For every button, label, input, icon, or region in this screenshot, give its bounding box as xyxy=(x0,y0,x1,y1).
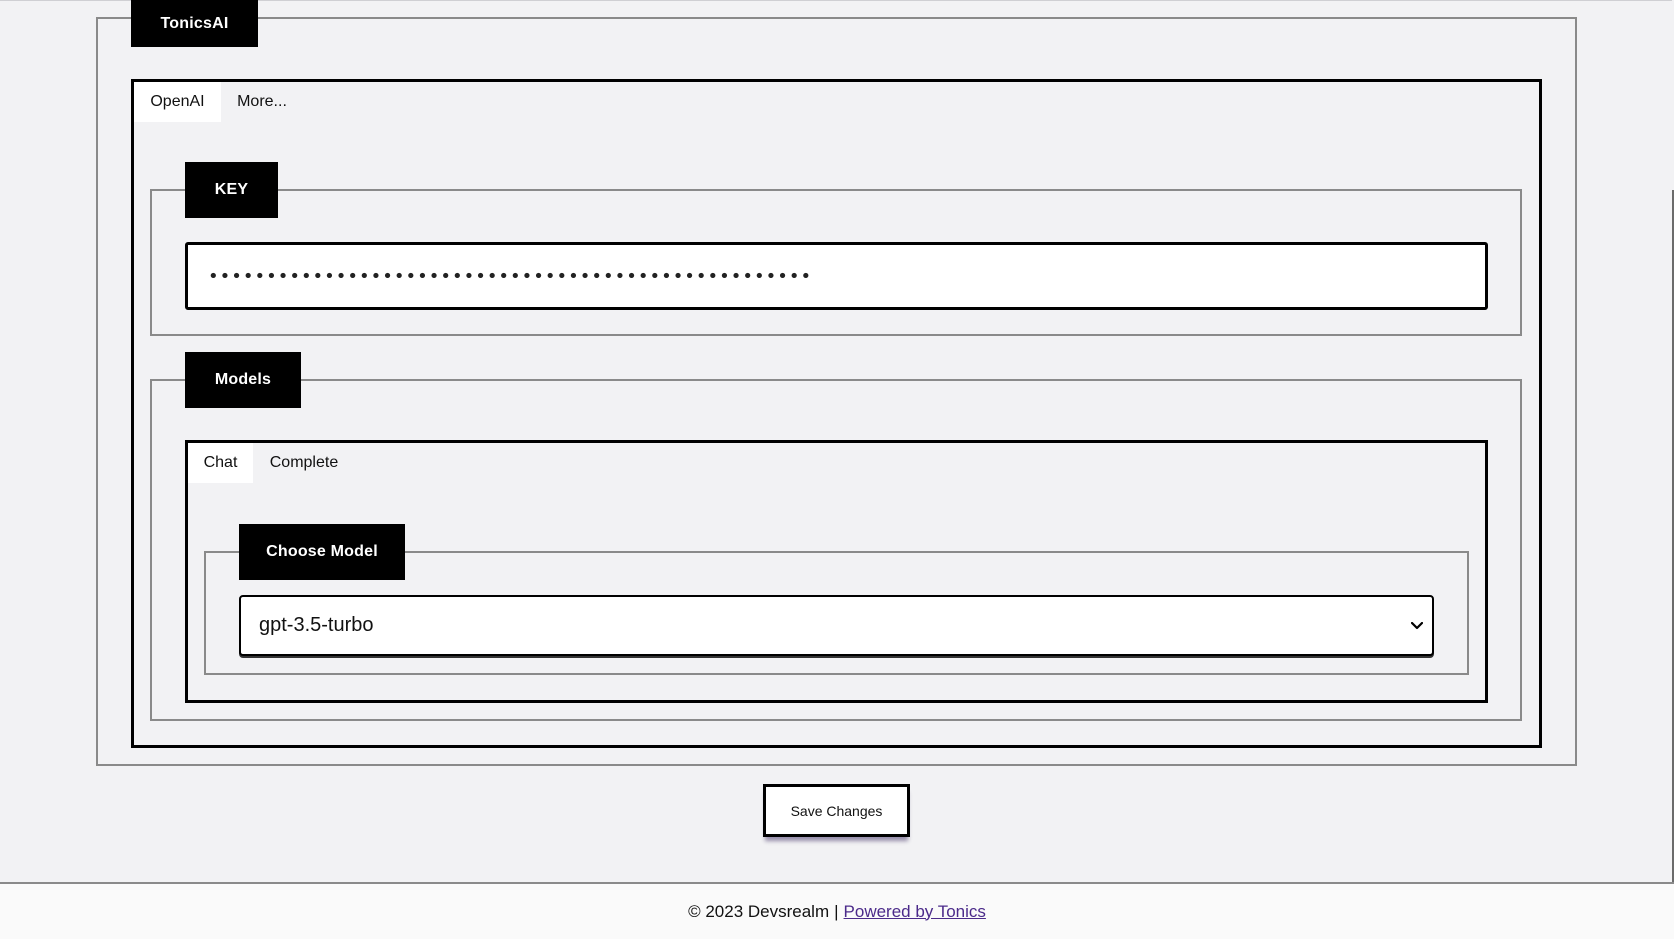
choose-model-legend: Choose Model xyxy=(239,524,405,580)
footer-copyright: © 2023 Devsrealm xyxy=(688,901,830,921)
footer-separator: | xyxy=(834,901,839,921)
model-select[interactable]: gpt-3.5-turbo xyxy=(239,595,1434,656)
models-legend: Models xyxy=(185,352,301,408)
key-legend: KEY xyxy=(185,162,278,218)
tonicsai-legend: TonicsAI xyxy=(131,0,258,47)
model-select-value: gpt-3.5-turbo xyxy=(259,614,374,636)
tab-chat[interactable]: Chat xyxy=(188,443,253,483)
settings-page: TonicsAI OpenAI More... KEY Models Chat … xyxy=(0,0,1674,939)
powered-by-link[interactable]: Powered by Tonics xyxy=(844,902,986,922)
api-key-input[interactable] xyxy=(185,242,1488,310)
tab-openai[interactable]: OpenAI xyxy=(134,82,221,122)
save-changes-button[interactable]: Save Changes xyxy=(763,784,910,837)
tab-more[interactable]: More... xyxy=(223,82,301,122)
tab-complete[interactable]: Complete xyxy=(255,443,353,483)
footer: © 2023 Devsrealm | Powered by Tonics xyxy=(0,882,1674,939)
chevron-down-icon xyxy=(1402,621,1432,630)
